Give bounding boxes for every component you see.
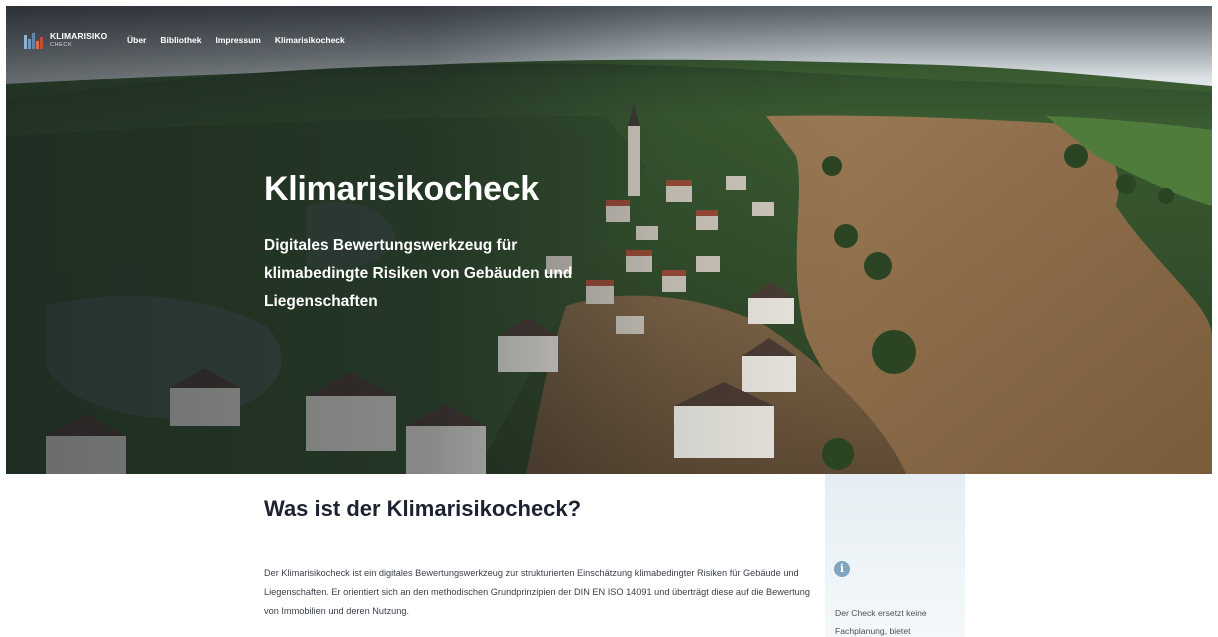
info-icon: i	[834, 561, 850, 577]
logo-text: KLIMARISIKO CHECK	[50, 32, 107, 48]
logo-subtitle: CHECK	[50, 41, 73, 48]
nav-link-impressum[interactable]: Impressum	[215, 35, 260, 45]
site-logo[interactable]: KLIMARISIKO CHECK	[24, 28, 107, 52]
top-nav: KLIMARISIKO CHECK Über Bibliothek Impres…	[6, 6, 1212, 78]
section-heading: Was ist der Klimarisikocheck?	[264, 496, 582, 521]
info-sidebar: i Der Check ersetzt keine Fachplanung, b…	[825, 474, 965, 637]
logo-bars-icon	[24, 33, 43, 49]
intro-section: Was ist der Klimarisikocheck? Der Klimar…	[6, 474, 1212, 637]
logo-title: KLIMARISIKO	[50, 31, 108, 41]
nav-link-klimarisikocheck[interactable]: Klimarisikocheck	[275, 35, 345, 45]
page: KLIMARISIKO CHECK Über Bibliothek Impres…	[6, 6, 1212, 637]
main-menu: Über Bibliothek Impressum Klimarisikoche…	[127, 35, 345, 45]
info-text: Der Check ersetzt keine Fachplanung, bie…	[835, 608, 927, 636]
section-body: Der Klimarisikocheck ist ein digitales B…	[264, 568, 810, 616]
hero-title: Klimarisikocheck	[264, 170, 539, 208]
nav-link-bibliothek[interactable]: Bibliothek	[160, 35, 201, 45]
hero-subtitle: Digitales Bewertungswerkzeug für klimabe…	[264, 237, 573, 310]
hero-section: KLIMARISIKO CHECK Über Bibliothek Impres…	[6, 6, 1212, 474]
nav-link-ueber[interactable]: Über	[127, 35, 146, 45]
